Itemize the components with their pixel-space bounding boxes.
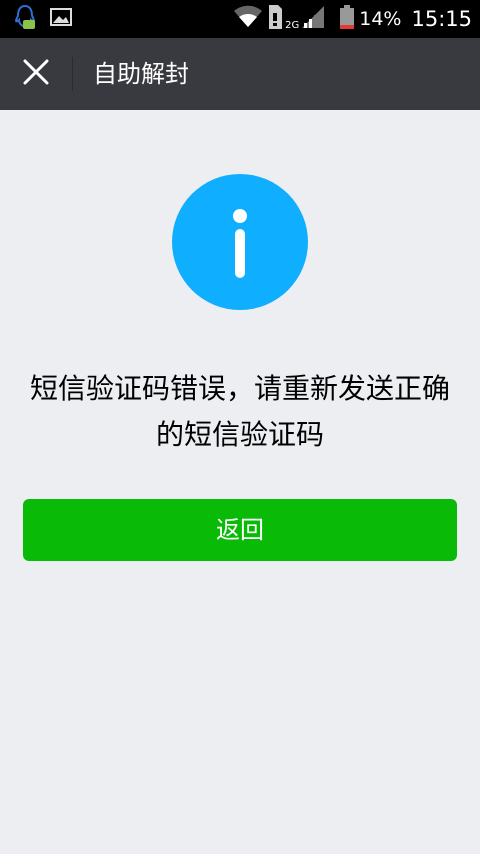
close-icon <box>23 59 49 89</box>
battery-percent: 14% <box>359 8 402 30</box>
title-divider <box>72 57 73 91</box>
status-time: 15:15 <box>411 7 472 31</box>
battery-icon <box>339 4 355 34</box>
image-notification-icon <box>50 7 72 31</box>
title-bar: 自助解封 <box>0 38 480 110</box>
page-title: 自助解封 <box>93 60 189 88</box>
close-button[interactable] <box>0 38 72 110</box>
status-bar-notifications <box>14 4 72 34</box>
info-icon <box>172 174 308 310</box>
network-type-label: 2G <box>285 20 300 31</box>
status-bar-system: 2G 14% 15:15 <box>233 0 472 38</box>
error-message: 短信验证码错误，请重新发送正确的短信验证码 <box>29 372 450 451</box>
qq-notification-icon <box>14 4 36 34</box>
sim-icon <box>267 4 283 34</box>
signal-2g-icon <box>301 5 325 33</box>
wifi-icon <box>233 5 263 33</box>
back-button[interactable]: 返回 <box>23 499 457 561</box>
status-bar: 2G 14% 15:15 <box>0 0 480 38</box>
